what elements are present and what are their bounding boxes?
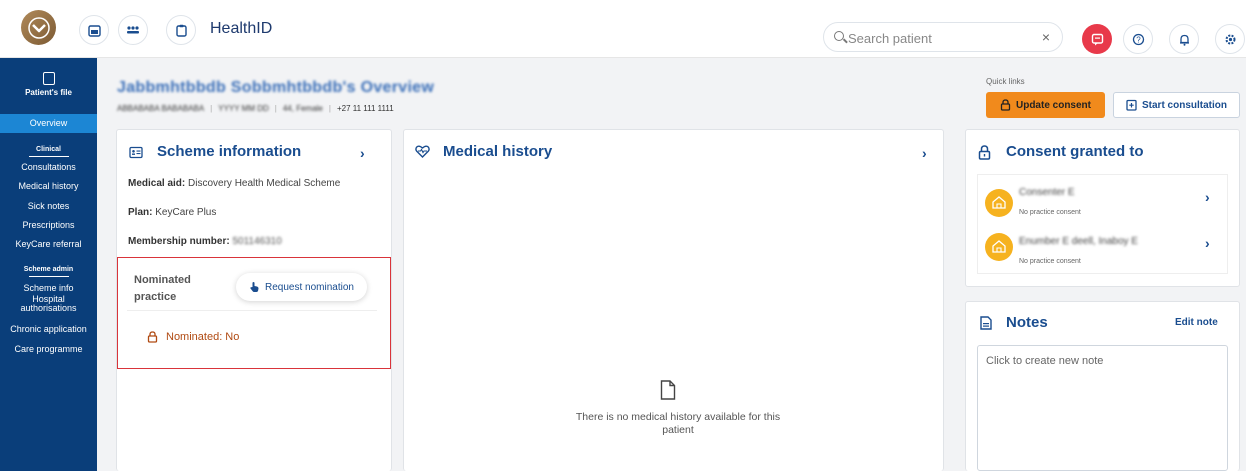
- consent-practice-status: No practice consent: [1019, 209, 1081, 216]
- patient-dob: YYYY MM DD: [218, 104, 269, 113]
- app-logo[interactable]: [21, 10, 56, 45]
- patient-file-icon: [42, 72, 55, 85]
- empty-message-line: patient: [662, 424, 694, 436]
- membership-number: 501146310: [232, 236, 282, 247]
- nominated-practice-title: Nominated practice: [134, 272, 191, 306]
- settings-button[interactable]: [1215, 24, 1245, 54]
- medical-aid-label: Medical aid:: [128, 178, 186, 189]
- empty-medical-history-message: There is no medical history available fo…: [540, 411, 816, 437]
- patient-age-gender: 44, Female: [282, 104, 323, 113]
- logo-icon: [27, 16, 50, 39]
- start-consultation-button[interactable]: Start consultation: [1113, 92, 1240, 118]
- app-title: HealthID: [210, 20, 273, 37]
- message-icon: [1091, 33, 1103, 45]
- messages-button[interactable]: [1082, 24, 1112, 54]
- update-consent-button[interactable]: Update consent: [986, 92, 1105, 118]
- notifications-button[interactable]: [1169, 24, 1199, 54]
- calendar-button[interactable]: [79, 15, 109, 45]
- search-icon: [834, 31, 844, 41]
- section-divider: [28, 276, 69, 277]
- update-consent-label: Update consent: [1015, 99, 1091, 111]
- patient-meta: ABBABABA BABABABA | YYYY MM DD | 44, Female |…: [117, 104, 394, 113]
- plan-label: Plan:: [128, 207, 153, 218]
- membership-row: Membership number: 501146310: [128, 236, 282, 247]
- medical-history-title: Medical history: [443, 143, 553, 160]
- section-label-scheme-admin: Scheme admin: [23, 266, 74, 273]
- heart-pulse-icon: [415, 145, 430, 158]
- medical-aid-row: Medical aid: Discovery Health Medical Sc…: [128, 178, 340, 189]
- consent-item-chevron-icon[interactable]: ›: [1205, 189, 1210, 205]
- start-consultation-label: Start consultation: [1141, 99, 1227, 111]
- section-label-clinical: Clinical: [36, 146, 61, 153]
- lock-icon: [1000, 99, 1011, 111]
- sidebar-item-care-programme[interactable]: Care programme: [0, 344, 97, 354]
- sidebar-item-scheme-info[interactable]: Scheme info: [0, 283, 97, 293]
- practice-avatar-icon: [985, 233, 1013, 261]
- note-icon: [980, 316, 992, 330]
- svg-text:?: ?: [1136, 35, 1141, 44]
- document-icon: [660, 380, 676, 400]
- sidebar-item-sick-notes[interactable]: Sick notes: [0, 201, 97, 211]
- help-button[interactable]: ?: [1123, 24, 1153, 54]
- section-divider: [28, 156, 69, 157]
- nominated-status: Nominated: No: [166, 331, 240, 343]
- scheme-information-chevron-icon[interactable]: ›: [360, 145, 365, 161]
- patient-phone: +27 11 111 1111: [336, 104, 394, 113]
- patient-id-number: ABBABABA BABABABA: [117, 104, 205, 113]
- patients-file-link[interactable]: Patient's file: [0, 72, 97, 97]
- consent-item-chevron-icon[interactable]: ›: [1205, 235, 1210, 251]
- plan-row: Plan: KeyCare Plus: [128, 207, 216, 218]
- bell-icon: [1179, 34, 1189, 46]
- quick-links-label: Quick links: [986, 77, 1025, 86]
- request-nomination-button[interactable]: Request nomination: [236, 273, 367, 301]
- sidebar-item-hospital-authorisations[interactable]: Hospital authorisations: [0, 295, 97, 313]
- note-placeholder: Click to create new note: [986, 355, 1104, 367]
- sidebar-item-chronic-application[interactable]: Chronic application: [0, 324, 97, 334]
- sidebar-item-medical-history[interactable]: Medical history: [0, 181, 97, 191]
- practice-avatar-icon: [985, 189, 1013, 217]
- nominated-practice-title-line: practice: [134, 291, 177, 303]
- patient-overview-title: Jabbmhtbbdb Sobbmhtbbdb's Overview: [117, 79, 435, 96]
- lock-icon: [147, 331, 158, 343]
- hand-pointer-icon: [250, 282, 259, 292]
- sidebar-item-overview[interactable]: Overview: [0, 114, 97, 133]
- consultation-icon: [1126, 99, 1137, 111]
- calendar-icon: [87, 24, 101, 37]
- sidebar: Patient's file Overview Clinical Consult…: [0, 58, 97, 471]
- sidebar-item-consultations[interactable]: Consultations: [0, 162, 97, 172]
- plan-value: KeyCare Plus: [155, 207, 217, 218]
- clipboard-icon: [175, 24, 187, 37]
- id-card-icon: [129, 146, 143, 159]
- sidebar-section-clinical: Clinical: [0, 146, 97, 157]
- help-icon: ?: [1132, 33, 1144, 45]
- nominated-practice-title-line: Nominated: [134, 274, 191, 286]
- team-icon: [127, 26, 139, 34]
- medical-history-chevron-icon[interactable]: ›: [922, 145, 927, 161]
- consent-granted-title: Consent granted to: [1006, 143, 1144, 160]
- clipboard-button[interactable]: [166, 15, 196, 45]
- search-input[interactable]: Search patient ×: [823, 22, 1063, 52]
- patients-file-label: Patient's file: [25, 88, 72, 97]
- scheme-information-title: Scheme information: [157, 143, 302, 160]
- gear-icon: [1225, 34, 1235, 44]
- top-bar: HealthID Search patient × ?: [0, 0, 1246, 58]
- edit-note-link[interactable]: Edit note: [1175, 317, 1218, 328]
- consent-practice-status: No practice consent: [1019, 258, 1081, 265]
- consent-practice-name: Enumber E deell, Inaboy E: [1019, 236, 1138, 247]
- sidebar-section-scheme-admin: Scheme admin: [0, 266, 97, 277]
- medical-aid-value: Discovery Health Medical Scheme: [188, 178, 341, 189]
- request-nomination-label: Request nomination: [265, 281, 354, 293]
- search-placeholder: Search patient: [848, 31, 932, 46]
- team-button[interactable]: [118, 15, 148, 45]
- empty-message-line: There is no medical history available fo…: [575, 411, 781, 423]
- membership-label: Membership number:: [128, 236, 230, 247]
- notes-title: Notes: [1006, 314, 1048, 331]
- consent-practice-name: Consenter E: [1019, 187, 1075, 198]
- sidebar-item-prescriptions[interactable]: Prescriptions: [0, 220, 97, 230]
- sidebar-item-keycare-referral[interactable]: KeyCare referral: [0, 239, 97, 249]
- lock-icon: [978, 145, 991, 160]
- new-note-textarea[interactable]: Click to create new note: [977, 345, 1228, 471]
- consent-list: [977, 174, 1228, 274]
- clear-search-icon[interactable]: ×: [1042, 29, 1050, 45]
